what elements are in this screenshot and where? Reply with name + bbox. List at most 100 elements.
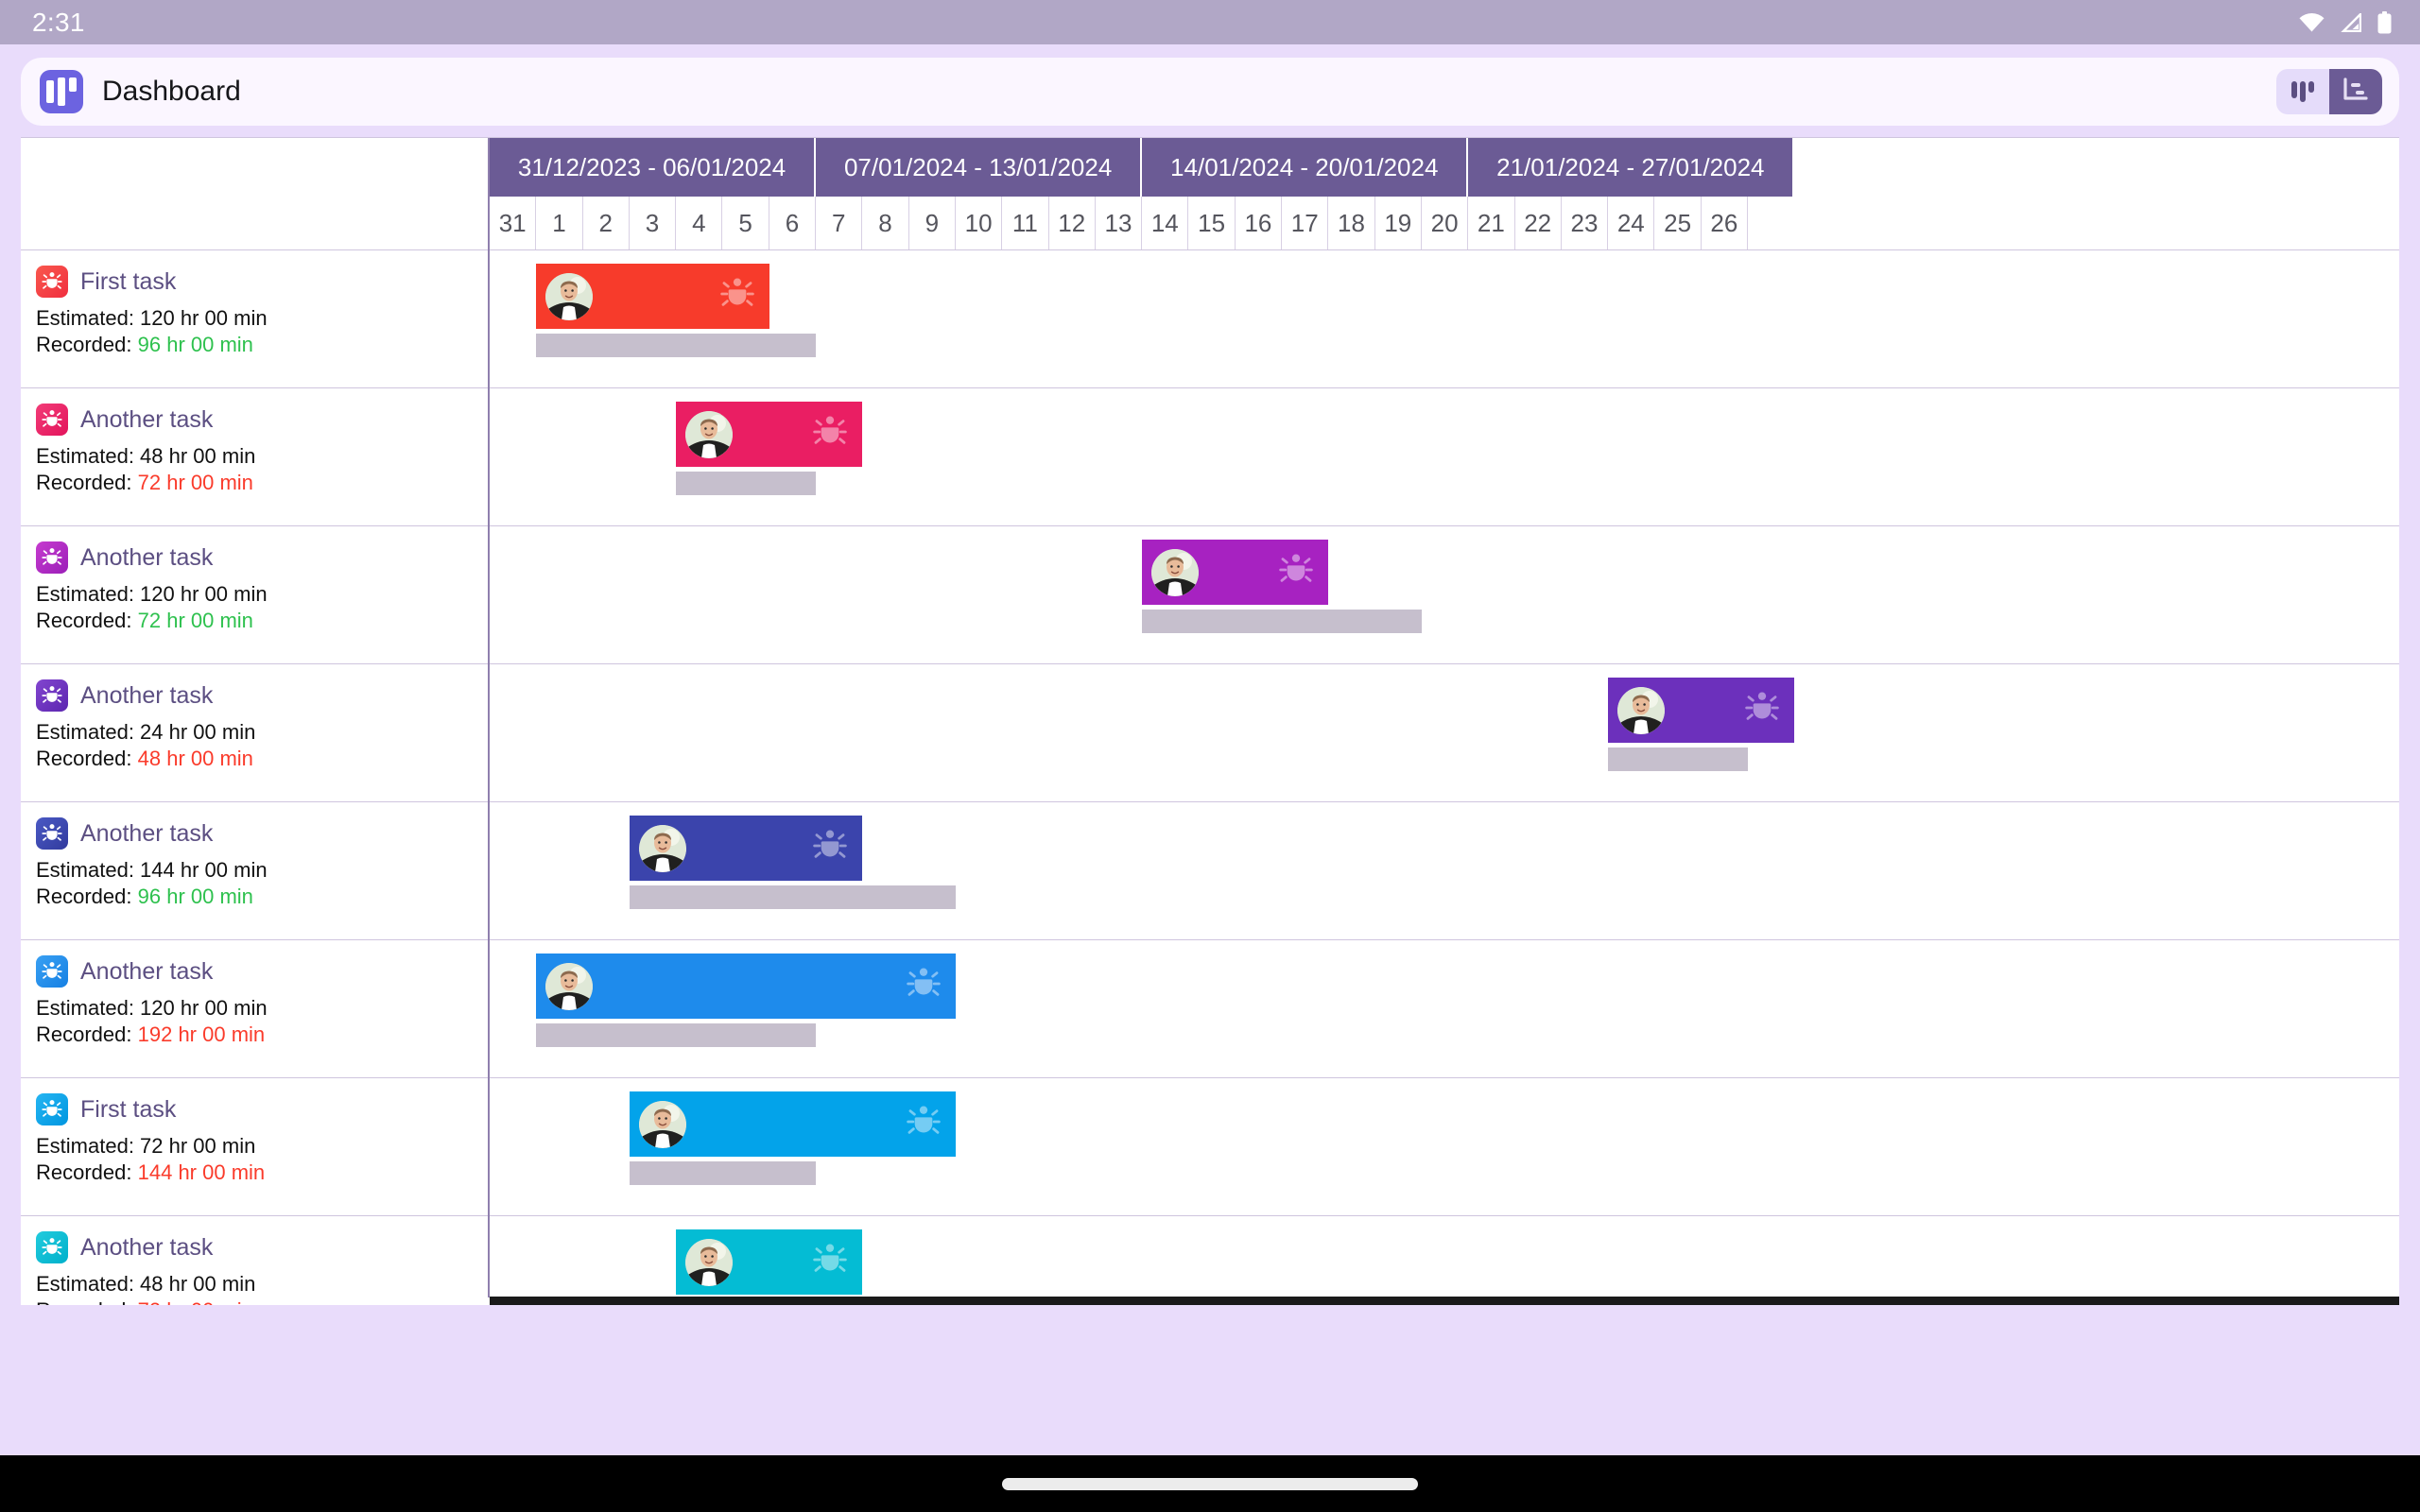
gantt-row[interactable] bbox=[490, 388, 2399, 526]
home-gesture-pill[interactable] bbox=[1002, 1477, 1418, 1490]
bottom-filler bbox=[0, 1305, 2420, 1326]
board-view-button[interactable] bbox=[2276, 69, 2329, 114]
week-header-4: 21/01/2024 - 27/01/2024 bbox=[1468, 138, 1795, 197]
task-name: First task bbox=[80, 267, 177, 295]
task-estimated: Estimated: 120 hr 00 min bbox=[36, 996, 268, 1020]
task-name: Another task bbox=[80, 819, 214, 847]
task-list-item[interactable]: First task Estimated: 72 hr 00 min Recorde… bbox=[21, 1078, 488, 1216]
status-bar-icons bbox=[2299, 10, 2392, 34]
trello-board-logo-icon bbox=[40, 70, 83, 113]
bug-icon bbox=[36, 1231, 68, 1263]
day-header-6: 6 bbox=[769, 197, 817, 249]
bug-icon bbox=[718, 275, 756, 318]
gantt-bar[interactable] bbox=[1608, 678, 1795, 743]
bug-icon bbox=[811, 1241, 849, 1283]
bug-icon bbox=[36, 955, 68, 988]
avatar bbox=[638, 1100, 686, 1148]
gantt-view-button[interactable] bbox=[2329, 69, 2382, 114]
task-estimated: Estimated: 24 hr 00 min bbox=[36, 720, 256, 744]
cellular-signal-icon bbox=[2341, 12, 2361, 32]
task-list-item[interactable]: First task Estimated: 120 hr 00 min Record… bbox=[21, 250, 488, 388]
task-name: First task bbox=[80, 1095, 177, 1123]
task-recorded-line: Recorded: 48 hr 00 min bbox=[36, 746, 253, 770]
gantt-bar[interactable] bbox=[536, 954, 956, 1019]
bug-icon bbox=[811, 413, 849, 455]
bug-icon bbox=[36, 679, 68, 712]
gantt-bar[interactable] bbox=[1142, 540, 1329, 605]
wifi-icon bbox=[2299, 12, 2325, 32]
task-name: Another task bbox=[80, 681, 214, 709]
gantt-row[interactable] bbox=[490, 250, 2399, 388]
task-list-item[interactable]: Another task Estimated: 120 hr 00 min Reco… bbox=[21, 526, 488, 664]
gantt-bar[interactable] bbox=[536, 264, 769, 329]
gantt-bar[interactable] bbox=[629, 816, 863, 881]
bug-icon bbox=[905, 965, 942, 1007]
day-header-12: 12 bbox=[1048, 197, 1096, 249]
gantt-row[interactable] bbox=[490, 526, 2399, 664]
day-header-9: 9 bbox=[908, 197, 956, 249]
day-header-5: 5 bbox=[722, 197, 769, 249]
task-name: Another task bbox=[80, 543, 214, 571]
day-header-10: 10 bbox=[955, 197, 1003, 249]
task-list-item[interactable]: Another task Estimated: 48 hr 00 minRecor… bbox=[21, 388, 488, 526]
battery-icon bbox=[2377, 10, 2392, 34]
gantt-row[interactable] bbox=[490, 802, 2399, 940]
day-header-22: 22 bbox=[1514, 197, 1562, 249]
gantt-row[interactable] bbox=[490, 940, 2399, 1078]
gantt-row[interactable] bbox=[490, 1078, 2399, 1216]
timeline-column[interactable]: 31/12/2023 - 06/01/2024 07/01/2024 - 13/0… bbox=[490, 138, 2399, 1297]
day-header-11: 11 bbox=[1002, 197, 1049, 249]
week-header-3: 14/01/2024 - 20/01/2024 bbox=[1142, 138, 1469, 197]
horizontal-scrollbar[interactable] bbox=[490, 1297, 2399, 1305]
task-recorded-value: 72 hr 00 min bbox=[137, 470, 253, 494]
gantt-bar[interactable] bbox=[676, 402, 863, 467]
task-estimated: Estimated: 120 hr 00 min bbox=[36, 306, 268, 330]
task-recorded-value: 72 hr 00 min bbox=[137, 608, 253, 632]
day-header-1: 1 bbox=[536, 197, 583, 249]
task-recorded-value: 48 hr 00 min bbox=[137, 746, 253, 770]
task-list-item[interactable]: Another task Estimated: 24 hr 00 min Recor… bbox=[21, 664, 488, 802]
task-recorded-line: Recorded: 144 hr 00 min bbox=[36, 1160, 266, 1184]
bug-icon bbox=[36, 266, 68, 298]
task-estimated: Estimated: 48 hr 00 min bbox=[36, 444, 256, 468]
android-nav-bar bbox=[0, 1455, 2420, 1512]
task-name: Another task bbox=[80, 1233, 214, 1261]
task-list-item[interactable]: Another task Estimated: 48 hr 00 minRecor… bbox=[21, 1216, 488, 1305]
recorded-progress-bar bbox=[629, 885, 956, 909]
status-bar-clock: 2:31 bbox=[32, 7, 85, 37]
task-recorded-line: Recorded: 72 hr 00 min bbox=[36, 470, 253, 494]
gantt-row[interactable] bbox=[490, 664, 2399, 802]
gantt-bar[interactable] bbox=[629, 1091, 956, 1157]
gantt-chart[interactable]: First task Estimated: 120 hr 00 min Record… bbox=[21, 137, 2399, 1305]
day-header-3: 3 bbox=[629, 197, 677, 249]
gantt-bar[interactable] bbox=[676, 1229, 863, 1295]
avatar bbox=[638, 824, 686, 872]
task-recorded-value: 144 hr 00 min bbox=[137, 1160, 266, 1184]
day-header-2: 2 bbox=[582, 197, 630, 249]
task-recorded-value: 96 hr 00 min bbox=[137, 332, 253, 356]
day-header-26: 26 bbox=[1701, 197, 1749, 249]
avatar bbox=[1617, 686, 1666, 734]
week-header-1: 31/12/2023 - 06/01/2024 bbox=[490, 138, 817, 197]
task-list-column: First task Estimated: 120 hr 00 min Record… bbox=[21, 138, 490, 1305]
recorded-progress-bar bbox=[1608, 747, 1749, 771]
page-title: Dashboard bbox=[102, 76, 241, 107]
task-estimated: Estimated: 72 hr 00 min bbox=[36, 1134, 256, 1158]
bug-icon bbox=[1743, 689, 1781, 731]
view-toggle[interactable] bbox=[2276, 69, 2382, 114]
task-list-item[interactable]: Another task Estimated: 144 hr 00 min Reco… bbox=[21, 802, 488, 940]
task-recorded-value: 192 hr 00 min bbox=[137, 1022, 266, 1046]
brand: Dashboard bbox=[40, 70, 241, 113]
day-header-4: 4 bbox=[676, 197, 723, 249]
recorded-progress-bar bbox=[676, 472, 817, 495]
gantt-row[interactable] bbox=[490, 1216, 2399, 1297]
day-header-18: 18 bbox=[1328, 197, 1375, 249]
bug-icon bbox=[36, 404, 68, 436]
kanban-board-icon bbox=[2290, 77, 2316, 107]
recorded-progress-bar bbox=[536, 1023, 817, 1047]
task-list-item[interactable]: Another task Estimated: 120 hr 00 min Reco… bbox=[21, 940, 488, 1078]
task-recorded-value: 72 hr 00 min bbox=[138, 1298, 253, 1306]
day-header-14: 14 bbox=[1142, 197, 1189, 249]
gantt-rows[interactable] bbox=[490, 250, 2399, 1297]
day-header-17: 17 bbox=[1282, 197, 1329, 249]
